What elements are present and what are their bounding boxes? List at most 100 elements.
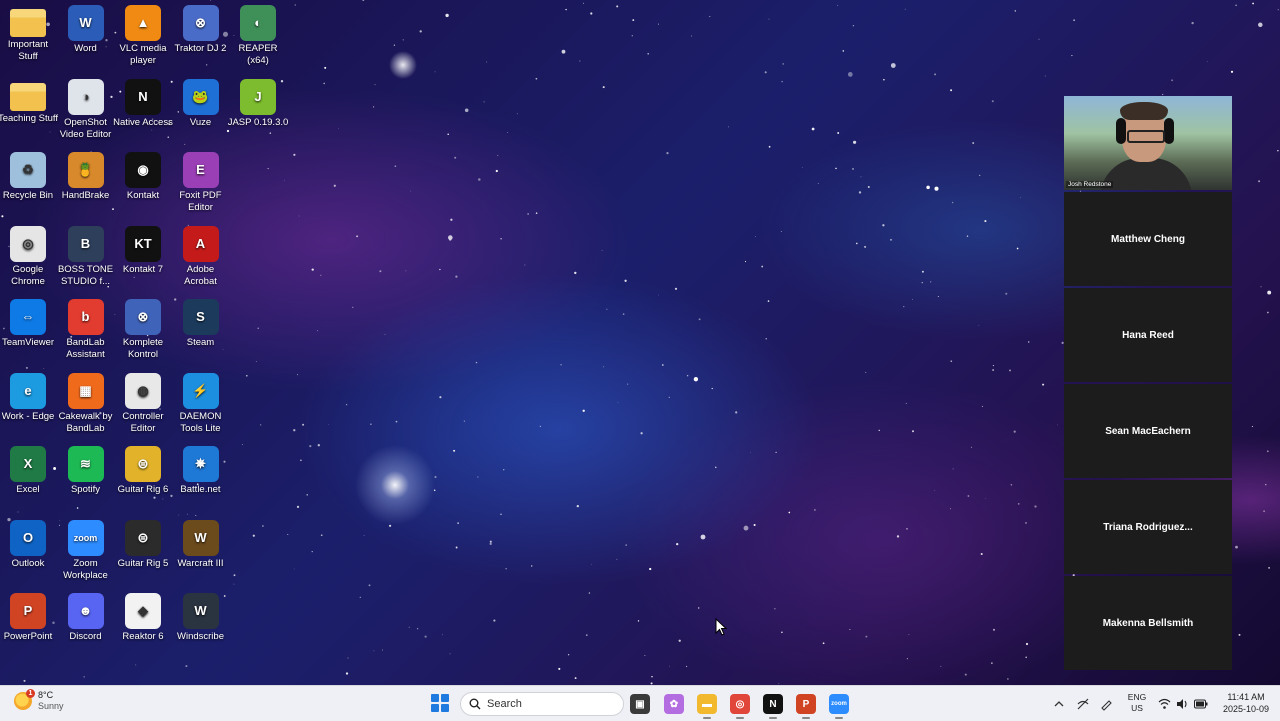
clock-time: 11:41 AM [1227,692,1265,702]
desktop-icon[interactable]: ⚡ DAEMON Tools Lite [172,371,230,435]
participant-name: Triana Rodriguez... [1103,521,1193,533]
desktop-icon-label: Word [74,43,97,54]
desktop-icon-label: Discord [69,631,102,642]
participant-tile[interactable]: Sean MacEachern [1064,384,1232,478]
desktop-icon[interactable]: X Excel [0,444,57,496]
desktop-icon-label: Vuze [189,116,212,128]
running-indicator [802,717,810,719]
taskbar-app-explorer[interactable]: ▬ [697,694,717,719]
desktop-icon[interactable]: P PowerPoint [0,591,57,643]
taskbar-app-zoom[interactable]: zoom [829,694,849,719]
desktop-icon[interactable]: b BandLab Assistant [57,297,115,361]
desktop-icon[interactable]: O Outlook [0,518,57,570]
desktop-icon[interactable]: E Foxit PDF Editor [172,150,230,214]
desktop-icon[interactable]: e Work - Edge [0,371,57,423]
system-tray [1054,686,1113,721]
desktop-icon[interactable]: KT Kontakt 7 [114,224,172,276]
participant-tile[interactable]: Triana Rodriguez... [1064,480,1232,574]
desktop-icon[interactable]: W Windscribe [172,591,230,643]
chrome-icon: ◎ [10,225,46,262]
windows-logo-icon [431,694,439,702]
desktop-icon[interactable]: 🐸 Vuze [172,77,230,129]
participant-video-tile[interactable]: Josh Redstone [1064,96,1232,190]
windscribe-icon: W [182,593,219,629]
desktop-icon[interactable]: ☻ Discord [57,591,115,643]
daemon-tools-icon: ⚡ [182,372,219,409]
running-indicator [769,717,777,719]
taskbar-app-copilot[interactable]: ✿ [664,694,684,714]
taskbar-search-box[interactable]: Search [460,692,624,716]
chevron-up-icon[interactable] [1054,699,1064,709]
guitar-rig6-icon: ⊜ [125,446,161,482]
desktop-icon-label: Important Stuff [7,39,49,62]
desktop-icon[interactable]: W Warcraft III [172,518,230,570]
region-code: US [1131,703,1143,713]
jasp-icon: J [240,78,276,115]
desktop-icon[interactable]: ⊗ Komplete Kontrol [114,297,172,361]
desktop-icon[interactable]: ◍ Controller Editor [114,371,172,435]
desktop-icon[interactable]: ◐ REAPER (x64) [229,3,287,67]
running-indicator [835,717,843,719]
clock[interactable]: 11:41 AM 2025-10-09 [1212,691,1280,715]
desktop-icon-label: HandBrake [61,190,110,201]
desktop-icon[interactable]: W Word [57,3,115,55]
taskbar-app-taskview[interactable]: ▣ [630,694,650,714]
headphones-icon [1116,118,1126,144]
desktop-icon[interactable]: ◎ Google Chrome [0,224,57,288]
desktop-icon[interactable]: ◑ OpenShot Video Editor [57,77,115,141]
controller-editor-icon: ◍ [125,372,161,409]
desktop-icon[interactable]: ⊗ Traktor DJ 2 [172,3,230,55]
pen-input-icon[interactable] [1099,697,1113,711]
taskbar-app-chrome[interactable]: ◎ [730,694,750,719]
bandlab-icon: b [67,299,104,335]
desktop-icon[interactable]: ▲ VLC media player [114,3,172,67]
desktop-icon[interactable]: zoom Zoom Workplace [57,518,115,582]
participant-video-name: Josh Redstone [1066,181,1114,188]
desktop-icon[interactable]: B BOSS TONE STUDIO f... [57,224,115,288]
zoom-icon: zoom [67,519,104,556]
search-icon [469,698,481,710]
desktop-icon[interactable]: ⇔ TeamViewer [0,297,57,349]
participant-tile[interactable]: Matthew Cheng [1064,192,1232,286]
participant-tile[interactable]: Makenna Bellsmith [1064,576,1232,670]
desktop-icon[interactable]: S Steam [172,297,230,349]
chrome-icon: ◎ [735,698,745,710]
desktop-icon[interactable]: ▦ Cakewalk by BandLab [57,371,115,435]
desktop-icon[interactable]: N Native Access [113,77,173,129]
desktop-icon[interactable]: 🍍 HandBrake [57,150,115,202]
network-offline-icon[interactable] [1076,697,1090,711]
battlenet-icon: ✵ [182,446,219,482]
discord-icon: ☻ [67,593,104,629]
weather-widget[interactable]: 1 8°C Sunny [14,689,64,712]
desktop-icon[interactable]: A Adobe Acrobat [172,224,230,288]
meeting-participants-panel: Josh Redstone Matthew Cheng Hana Reed Sean… [1064,96,1232,670]
desktop-icon-label: REAPER (x64) [238,43,278,66]
desktop-icon-label: Outlook [11,557,45,569]
desktop-icon[interactable]: ♻ Recycle Bin [0,150,57,202]
desktop-icon[interactable]: J JASP 0.19.3.0 [228,77,288,129]
foxit-icon: E [182,152,219,188]
desktop-icon[interactable]: ≋ Spotify [57,444,115,496]
file-explorer-icon: ▬ [702,698,712,710]
desktop-icon-label: Spotify [70,484,101,495]
language-indicator[interactable]: ENG US [1126,692,1148,714]
taskbar-app-powerpoint[interactable]: P [796,694,816,719]
desktop-icon[interactable]: ⊜ Guitar Rig 5 [114,518,172,570]
weather-condition: Sunny [38,701,64,711]
openshot-icon: ◑ [67,78,104,115]
desktop-icon[interactable]: ⊜ Guitar Rig 6 [114,444,172,496]
desktop-icon[interactable]: ◉ Kontakt [114,150,172,202]
taskbar-app-native[interactable]: N [763,694,783,719]
desktop-icon[interactable]: Teaching Stuff [0,77,58,125]
desktop-icon-label: Kontakt 7 [122,263,164,275]
participant-video-figure [1100,158,1192,190]
copilot-icon: ✿ [669,698,679,710]
status-icons[interactable] [1158,686,1208,721]
start-button[interactable] [431,694,449,712]
desktop-icon[interactable]: Important Stuff [0,3,57,63]
desktop-icon-label: Work - Edge [1,410,55,422]
clock-date: 2025-10-09 [1222,704,1270,714]
desktop-icon[interactable]: ✵ Battle.net [172,444,230,496]
desktop-icon[interactable]: ◆ Reaktor 6 [114,591,172,643]
participant-tile[interactable]: Hana Reed [1064,288,1232,382]
